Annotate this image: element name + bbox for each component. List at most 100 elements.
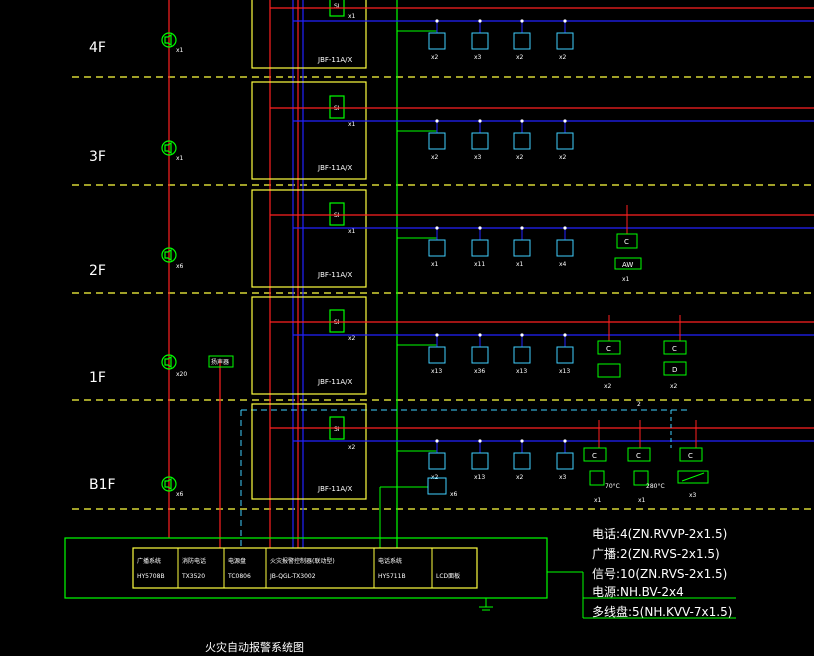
smoke-detector-icon <box>428 132 446 150</box>
junction <box>435 226 439 230</box>
hydrant-button-icon <box>556 346 574 364</box>
floor-labels: 4F 3F 2F 1F B1F <box>89 40 116 493</box>
device-count: x1 <box>516 261 524 268</box>
c-symbol: C <box>624 238 629 246</box>
host-cell <box>177 547 225 589</box>
d-symbol: D <box>672 366 677 374</box>
panel-model: JBF-11A/X <box>317 56 352 64</box>
c-symbol: C <box>672 345 677 353</box>
host-cell-title: 火灾报警控制器(联动型) <box>270 557 335 565</box>
amplifier-label: 扬声器 <box>211 358 229 366</box>
floor-label: 2F <box>89 263 106 279</box>
alarm-bell-icon <box>513 132 531 150</box>
floor2-extra: C AW x1 <box>614 205 642 283</box>
module-count: x1 <box>348 121 356 128</box>
legend-item: 多线盘:5(NH.KVV-7x1.5) <box>592 604 732 619</box>
speaker-count: x6 <box>176 491 184 498</box>
module-count: x1 <box>348 13 356 20</box>
floor-label: 3F <box>89 149 106 165</box>
floor-panels <box>251 0 367 500</box>
device-count: x2 <box>559 54 567 61</box>
host-cells: 广播系统 HY5708B 消防电话 TX3520 电源盘 TC0806 火灾报警控制器(联动… <box>132 547 478 589</box>
manual-call-point-icon <box>471 239 489 257</box>
host-cell-model: JB-QGL-TX3002 <box>269 573 316 580</box>
junction <box>478 333 482 337</box>
hydrant-button-icon <box>556 32 574 50</box>
c-symbol: C <box>688 452 693 460</box>
host-cell-title: 消防电话 <box>182 557 206 565</box>
host-cell-title: 电源盘 <box>228 557 246 565</box>
module-count: x2 <box>348 335 356 342</box>
temp-label: 280°C <box>646 483 665 490</box>
alarm-bell-icon <box>513 452 531 470</box>
panel-model: JBF-11A/X <box>317 485 352 493</box>
panel-model: JBF-11A/X <box>317 271 352 279</box>
cabinet-outline <box>64 537 548 599</box>
speaker-count: x1 <box>176 155 184 162</box>
host-cell-title: 电话系统 <box>378 557 402 565</box>
manual-call-point-icon <box>471 132 489 150</box>
fire-damper <box>589 470 605 486</box>
hydrant-button-icon <box>556 239 574 257</box>
legend-item: 信号:10(ZN.RVS-2x1.5) <box>592 567 727 581</box>
device-count: x4 <box>559 261 567 268</box>
hydrant-button-icon <box>556 132 574 150</box>
c-symbol: C <box>592 452 597 460</box>
si-modules <box>329 0 345 440</box>
device-count: x11 <box>474 261 485 268</box>
count: x2 <box>604 383 612 390</box>
alarm-bell-icon <box>513 346 531 364</box>
fire-alarm-system-diagram: 4F 3F 2F 1F B1F x1 x1 x6 x20 x6 扬声器 JBF-… <box>64 0 814 654</box>
host-cell-model: TX3520 <box>181 573 205 580</box>
count: x1 <box>594 497 602 504</box>
floor1-extra: C C D x2 x2 <box>597 315 687 390</box>
note: 2 <box>637 401 641 408</box>
si-symbol: SI <box>334 426 340 433</box>
temp-label: 70°C <box>605 483 620 490</box>
floor-label: B1F <box>89 477 116 493</box>
junction <box>520 226 524 230</box>
panel-model: JBF-11A/X <box>317 164 352 172</box>
speaker-counts: x1 x1 x6 x20 x6 <box>176 47 187 498</box>
host-cell-model: TC0806 <box>227 573 251 580</box>
device-count: x3 <box>474 54 482 61</box>
aw-label: AW <box>622 261 633 269</box>
devices: x2 x3 x2 x2 x2 x3 x2 x2 x1 x11 x1 x4 x13 x36 x13 x13 x2 x… <box>428 19 574 481</box>
device-count: x2 <box>516 54 524 61</box>
count: x3 <box>689 492 697 499</box>
junction <box>563 439 567 443</box>
host-cell-model: HY5708B <box>137 573 165 580</box>
device-count: x3 <box>559 474 567 481</box>
b1-extra: C C C 70°C 280°C x1 x1 x3 2 x6 <box>379 401 709 548</box>
device-count: x13 <box>559 368 570 375</box>
speaker-count: x20 <box>176 371 187 378</box>
legend-item: 电源:NH.BV-2x4 <box>592 585 684 599</box>
junction <box>520 119 524 123</box>
floor-label: 1F <box>89 370 106 386</box>
device-count: x13 <box>431 368 442 375</box>
module-count: x1 <box>348 228 356 235</box>
device-count: x1 <box>431 261 439 268</box>
hydrant-button-icon <box>556 452 574 470</box>
cable-legend: 电话:4(ZN.RVVP-2x1.5) 广播:2(ZN.RVS-2x1.5) 信… <box>592 527 732 619</box>
host-cell <box>223 547 267 589</box>
valve-slash <box>681 472 705 482</box>
junction <box>435 119 439 123</box>
cabinet-inner <box>132 547 478 589</box>
host-cell-model: HY5711B <box>378 573 406 580</box>
panel-model: JBF-11A/X <box>317 378 352 386</box>
host-cell <box>431 547 478 589</box>
junction <box>520 19 524 23</box>
junction <box>563 333 567 337</box>
alarm-bell-icon <box>513 239 531 257</box>
junction <box>563 119 567 123</box>
junction <box>563 226 567 230</box>
device-count: x13 <box>474 474 485 481</box>
junction <box>435 333 439 337</box>
manual-call-point-icon <box>471 32 489 50</box>
device-count: x2 <box>559 154 567 161</box>
fan-device <box>597 363 621 378</box>
count: x2 <box>670 383 678 390</box>
legend-item: 电话:4(ZN.RVVP-2x1.5) <box>592 527 727 541</box>
junction <box>478 439 482 443</box>
